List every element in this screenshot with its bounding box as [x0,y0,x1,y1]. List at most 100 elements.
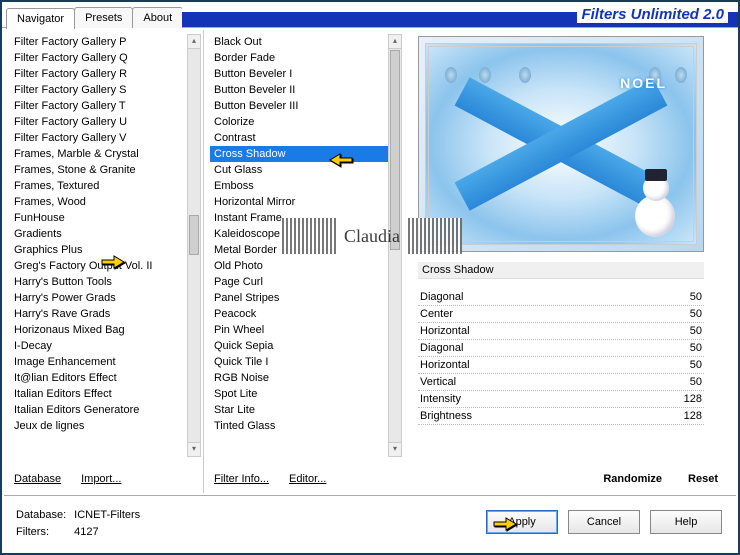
cancel-button[interactable]: Cancel [568,510,640,534]
param-row[interactable]: Diagonal50 [418,289,704,306]
category-item[interactable]: Jeux de lignes [10,418,187,434]
category-scrollbar[interactable]: ▴ ▾ [187,34,201,457]
scroll-thumb[interactable] [189,215,199,255]
filter-item[interactable]: Kaleidoscope [210,226,388,242]
filter-item[interactable]: Button Beveler I [210,66,388,82]
filter-item[interactable]: RGB Noise [210,370,388,386]
category-item[interactable]: Frames, Marble & Crystal [10,146,187,162]
filters-label: Filters: [16,525,72,540]
category-item[interactable]: FunHouse [10,210,187,226]
category-item[interactable]: Frames, Wood [10,194,187,210]
category-item[interactable]: Harry's Button Tools [10,274,187,290]
filter-item[interactable]: Metal Border [210,242,388,258]
category-item[interactable]: Harry's Power Grads [10,290,187,306]
param-name: Horizontal [420,325,662,337]
filter-item[interactable]: Tinted Glass [210,418,388,434]
filters-value: 4127 [74,525,140,540]
top-bar: NavigatorPresetsAbout Filters Unlimited … [2,2,738,28]
editor-link[interactable]: Editor... [289,473,326,485]
scroll-thumb[interactable] [390,50,400,250]
filter-item[interactable]: Old Photo [210,258,388,274]
preview-column: NOEL Cross Shadow Diagonal50Center50Hori… [404,30,736,493]
param-row[interactable]: Horizontal50 [418,357,704,374]
filter-item[interactable]: Button Beveler II [210,82,388,98]
category-item[interactable]: Greg's Factory Output Vol. II [10,258,187,274]
database-link[interactable]: Database [14,473,61,485]
filter-item[interactable]: Panel Stripes [210,290,388,306]
preview-noel-text: NOEL [620,75,667,91]
category-item[interactable]: Frames, Textured [10,178,187,194]
filter-item[interactable]: Contrast [210,130,388,146]
param-name: Brightness [420,410,662,422]
category-item[interactable]: Filter Factory Gallery P [10,34,187,50]
selected-filter-name: Cross Shadow [418,262,704,279]
filter-item[interactable]: Spot Lite [210,386,388,402]
category-item[interactable]: It@lian Editors Effect [10,370,187,386]
filter-listbox[interactable]: Black OutBorder FadeButton Beveler IButt… [210,34,402,457]
filter-info-link[interactable]: Filter Info... [214,473,269,485]
param-value: 50 [662,359,702,371]
parameter-list: Diagonal50Center50Horizontal50Diagonal50… [418,289,704,425]
param-name: Vertical [420,376,662,388]
category-item[interactable]: Filter Factory Gallery R [10,66,187,82]
category-item[interactable]: Image Enhancement [10,354,187,370]
category-listbox[interactable]: Filter Factory Gallery PFilter Factory G… [10,34,201,457]
tab-presets[interactable]: Presets [74,7,133,28]
param-row[interactable]: Intensity128 [418,391,704,408]
filter-item[interactable]: Peacock [210,306,388,322]
filter-item[interactable]: Colorize [210,114,388,130]
main-area: Filter Factory Gallery PFilter Factory G… [4,30,736,493]
category-item[interactable]: Graphics Plus [10,242,187,258]
footer-info: Database:ICNET-Filters Filters:4127 [14,506,142,542]
filter-item[interactable]: Border Fade [210,50,388,66]
category-item[interactable]: Gradients [10,226,187,242]
param-value: 50 [662,376,702,388]
preview-image: NOEL [418,36,704,252]
filter-scrollbar[interactable]: ▴ ▾ [388,34,402,457]
filter-item[interactable]: Pin Wheel [210,322,388,338]
scroll-up-icon[interactable]: ▴ [188,35,200,49]
category-item[interactable]: Frames, Stone & Granite [10,162,187,178]
param-value: 128 [662,410,702,422]
filter-item[interactable]: Black Out [210,34,388,50]
category-item[interactable]: Filter Factory Gallery Q [10,50,187,66]
scroll-down-icon[interactable]: ▾ [389,442,401,456]
filter-item[interactable]: Cut Glass [210,162,388,178]
category-item[interactable]: Filter Factory Gallery T [10,98,187,114]
reset-link[interactable]: Reset [688,473,718,485]
filter-item[interactable]: Cross Shadow [210,146,388,162]
randomize-link[interactable]: Randomize [603,473,662,485]
category-item[interactable]: Harry's Rave Grads [10,306,187,322]
filter-item[interactable]: Button Beveler III [210,98,388,114]
category-item[interactable]: I-Decay [10,338,187,354]
filter-item[interactable]: Page Curl [210,274,388,290]
filter-item[interactable]: Horizontal Mirror [210,194,388,210]
apply-button[interactable]: Apply [486,510,558,534]
filter-item[interactable]: Quick Tile I [210,354,388,370]
param-row[interactable]: Brightness128 [418,408,704,425]
category-item[interactable]: Italian Editors Generatore [10,402,187,418]
param-row[interactable]: Vertical50 [418,374,704,391]
category-item[interactable]: Filter Factory Gallery V [10,130,187,146]
tab-about[interactable]: About [132,7,183,28]
param-row[interactable]: Horizontal50 [418,323,704,340]
category-item[interactable]: Horizonaus Mixed Bag [10,322,187,338]
param-value: 50 [662,308,702,320]
category-item[interactable]: Filter Factory Gallery S [10,82,187,98]
param-row[interactable]: Center50 [418,306,704,323]
param-value: 50 [662,291,702,303]
filter-item[interactable]: Emboss [210,178,388,194]
scroll-up-icon[interactable]: ▴ [389,35,401,49]
help-button[interactable]: Help [650,510,722,534]
category-item[interactable]: Italian Editors Effect [10,386,187,402]
filter-item[interactable]: Instant Frame [210,210,388,226]
category-item[interactable]: Filter Factory Gallery U [10,114,187,130]
import-link[interactable]: Import... [81,473,121,485]
tab-navigator[interactable]: Navigator [6,8,75,29]
scroll-down-icon[interactable]: ▾ [188,442,200,456]
filter-item[interactable]: Star Lite [210,402,388,418]
filter-item[interactable]: Quick Sepia [210,338,388,354]
param-row[interactable]: Diagonal50 [418,340,704,357]
db-label: Database: [16,508,72,523]
param-name: Horizontal [420,359,662,371]
